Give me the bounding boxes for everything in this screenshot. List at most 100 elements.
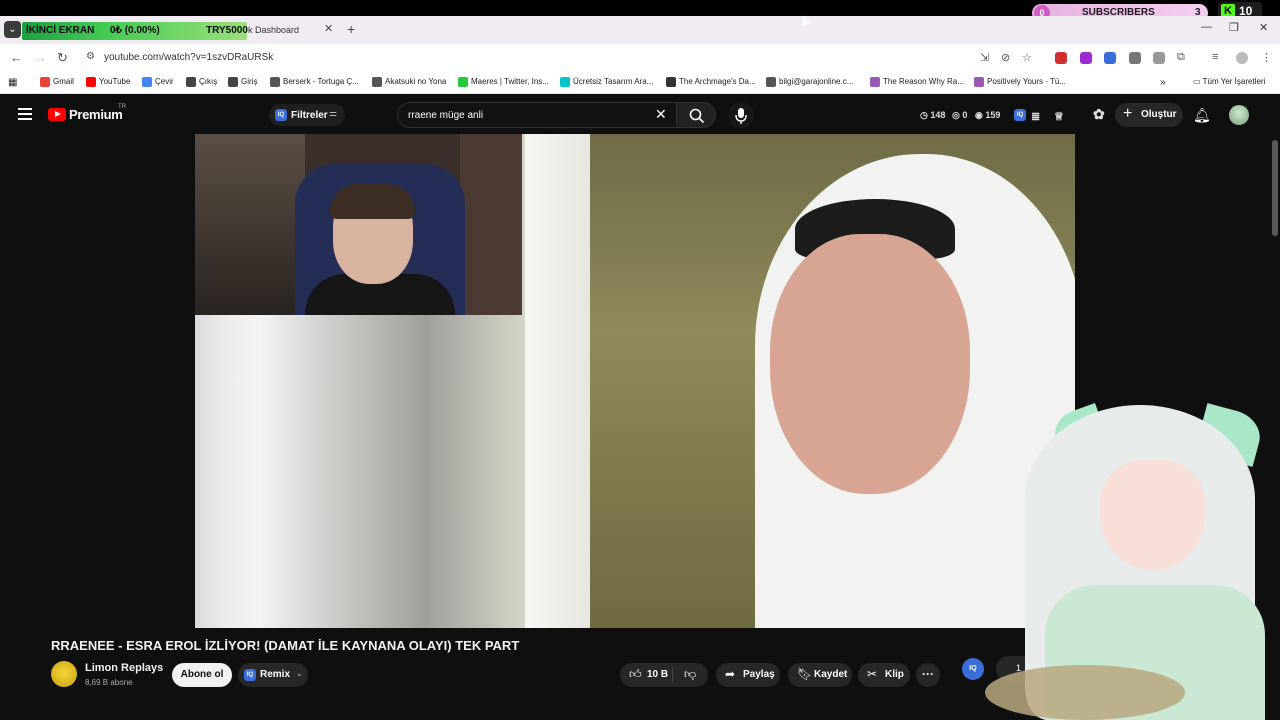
bookmark-item[interactable]: Giriş bbox=[241, 77, 257, 86]
bookmark-item[interactable]: Akatsuki no Yona bbox=[385, 77, 446, 86]
bookmark-favicon-icon bbox=[458, 77, 468, 87]
reload-icon[interactable]: ↻ bbox=[57, 50, 68, 66]
bookmark-item[interactable]: Positively Yours - Tü... bbox=[987, 77, 1066, 86]
region-code: TR bbox=[118, 104, 126, 110]
media-control-icon[interactable]: ≡ bbox=[1212, 51, 1218, 63]
iq-round-button[interactable]: IQ bbox=[962, 658, 984, 680]
like-dislike-group: 👍︎ 10 B 👎︎ bbox=[620, 663, 708, 687]
channel-name[interactable]: Limon Replays bbox=[85, 662, 163, 674]
extension-adblock-icon[interactable] bbox=[1055, 52, 1067, 64]
account-avatar[interactable] bbox=[1229, 105, 1249, 125]
new-tab-icon[interactable]: + bbox=[347, 21, 355, 37]
all-bookmarks-folder[interactable]: ▭ Tüm Yer İşaretleri bbox=[1193, 77, 1265, 86]
back-icon[interactable]: ← bbox=[10, 50, 23, 65]
webcam-wall bbox=[460, 134, 522, 315]
extension-cloud-icon[interactable] bbox=[1153, 52, 1165, 64]
bookmarks-overflow-icon[interactable]: » bbox=[1160, 77, 1166, 88]
channel-avatar[interactable] bbox=[51, 661, 77, 687]
subscribe-button[interactable]: Abone ol bbox=[172, 663, 232, 687]
bookmark-favicon-icon bbox=[270, 77, 280, 87]
bookmark-favicon-icon bbox=[766, 77, 776, 87]
tab-search-icon[interactable]: ⌄ bbox=[4, 21, 21, 38]
scrollbar-thumb[interactable] bbox=[1272, 140, 1278, 236]
remix-button[interactable]: IQ Remix ⌄ bbox=[238, 663, 308, 687]
search-value: rraene müge anli bbox=[408, 110, 484, 121]
bookmark-item[interactable]: Çevir bbox=[155, 77, 174, 86]
banner-mid-text: 0₺ (0.00%) bbox=[110, 25, 160, 36]
more-actions-icon[interactable]: ··· bbox=[916, 663, 940, 687]
iq-extension-icon[interactable]: IQ bbox=[1014, 109, 1026, 121]
bookmark-item[interactable]: Maeres | Twitter, Ins... bbox=[471, 77, 549, 86]
remix-label: Remix bbox=[260, 669, 291, 680]
plus-icon: + bbox=[1123, 105, 1133, 122]
eye-icon: ◉ bbox=[975, 110, 983, 120]
share-button[interactable]: ➦ Paylaş bbox=[716, 663, 780, 687]
clock-icon: ◷ bbox=[920, 110, 928, 120]
banner-left-text: İKİNCİ EKRAN bbox=[26, 25, 95, 36]
bookmark-item[interactable]: Gmail bbox=[53, 77, 74, 86]
minimize-icon[interactable]: — bbox=[1201, 21, 1212, 33]
bookmark-item[interactable]: Ücretsiz Tasarım Ara... bbox=[573, 77, 653, 86]
bookmark-icon: 🔖︎ bbox=[797, 667, 813, 681]
vtuber-avatar-overlay bbox=[985, 402, 1280, 720]
search-icon bbox=[689, 108, 705, 124]
iq-icon: IQ bbox=[275, 109, 287, 121]
extension-blue-icon[interactable] bbox=[1104, 52, 1116, 64]
install-app-icon[interactable]: ⇲ bbox=[980, 51, 989, 64]
extension-purple-icon[interactable] bbox=[1080, 52, 1092, 64]
channel-subscribers: 8,69 B abone bbox=[85, 678, 133, 687]
create-button[interactable]: + Oluştur bbox=[1115, 103, 1183, 127]
maximize-icon[interactable]: ❐ bbox=[1229, 21, 1239, 34]
save-label: Kaydet bbox=[814, 669, 848, 680]
share-label: Paylaş bbox=[743, 669, 775, 680]
bookmark-item[interactable]: The Archmage's Da... bbox=[679, 77, 756, 86]
award-icon[interactable]: ♕ bbox=[1054, 110, 1064, 123]
eye-off-icon[interactable]: ⊘ bbox=[1001, 51, 1010, 64]
menu-icon[interactable] bbox=[18, 108, 32, 120]
all-bookmarks-label: Tüm Yer İşaretleri bbox=[1202, 77, 1266, 86]
vtuber-face bbox=[1100, 460, 1205, 570]
webcam-shelf bbox=[195, 134, 305, 315]
list-icon[interactable]: ≣ bbox=[1031, 110, 1040, 123]
extension-gear-icon[interactable]: ✿ bbox=[1093, 106, 1105, 123]
sliders-icon: ⚌ bbox=[329, 108, 338, 118]
profile-avatar-icon[interactable] bbox=[1236, 52, 1248, 64]
divider bbox=[672, 667, 673, 683]
filters-button[interactable]: IQ Filtreler ⚌ bbox=[269, 104, 345, 126]
stat-other-value: 159 bbox=[985, 110, 1001, 120]
notifications-bell-icon[interactable]: 🔔︎ bbox=[1193, 107, 1211, 124]
tab-close-icon[interactable]: ✕ bbox=[324, 22, 333, 35]
forward-icon[interactable]: → bbox=[34, 50, 47, 65]
dislike-icon[interactable]: 👎︎ bbox=[684, 667, 696, 682]
extension-bulb-icon[interactable] bbox=[1129, 52, 1141, 64]
bookmark-item[interactable]: YouTube bbox=[99, 77, 130, 86]
clip-button[interactable]: ✂ Klip bbox=[858, 663, 910, 687]
bookmark-favicon-icon bbox=[186, 77, 196, 87]
browser-menu-icon[interactable]: ⋮ bbox=[1261, 51, 1272, 64]
search-input[interactable]: rraene müge anli bbox=[397, 102, 677, 128]
bookmark-favicon-icon bbox=[666, 77, 676, 87]
like-icon[interactable]: 👍︎ bbox=[629, 667, 642, 682]
bookmark-item[interactable]: Berserk - Tortuga Ç... bbox=[283, 77, 359, 86]
close-window-icon[interactable]: ✕ bbox=[1259, 21, 1268, 34]
video-person-face bbox=[770, 234, 970, 494]
folder-icon: ▭ bbox=[1193, 77, 1201, 86]
like-count[interactable]: 10 B bbox=[647, 669, 668, 680]
search-button[interactable] bbox=[676, 102, 716, 128]
save-button[interactable]: 🔖︎ Kaydet bbox=[788, 663, 852, 687]
apps-grid-icon[interactable]: ▦ bbox=[8, 77, 17, 88]
bookmark-star-icon[interactable]: ☆ bbox=[1022, 51, 1032, 64]
youtube-premium-logo[interactable]: Premium bbox=[69, 107, 123, 122]
youtube-logo-icon[interactable] bbox=[48, 108, 66, 121]
bookmark-favicon-icon bbox=[560, 77, 570, 87]
share-icon: ➦ bbox=[725, 667, 736, 681]
extensions-puzzle-icon[interactable]: ⧉ bbox=[1177, 51, 1185, 64]
stat-other: ◉ 159 bbox=[975, 110, 1000, 121]
site-info-icon[interactable]: ⚙ bbox=[86, 51, 95, 62]
voice-search-button[interactable] bbox=[728, 102, 754, 128]
bookmark-item[interactable]: Çıkış bbox=[199, 77, 217, 86]
bookmark-item[interactable]: bilgi@garajonline.c... bbox=[779, 77, 853, 86]
address-bar[interactable]: ⚙ youtube.com/watch?v=1szvDRaURSk bbox=[80, 48, 1040, 68]
clear-search-icon[interactable]: ✕ bbox=[655, 106, 667, 123]
bookmark-item[interactable]: The Reason Why Ra... bbox=[883, 77, 964, 86]
